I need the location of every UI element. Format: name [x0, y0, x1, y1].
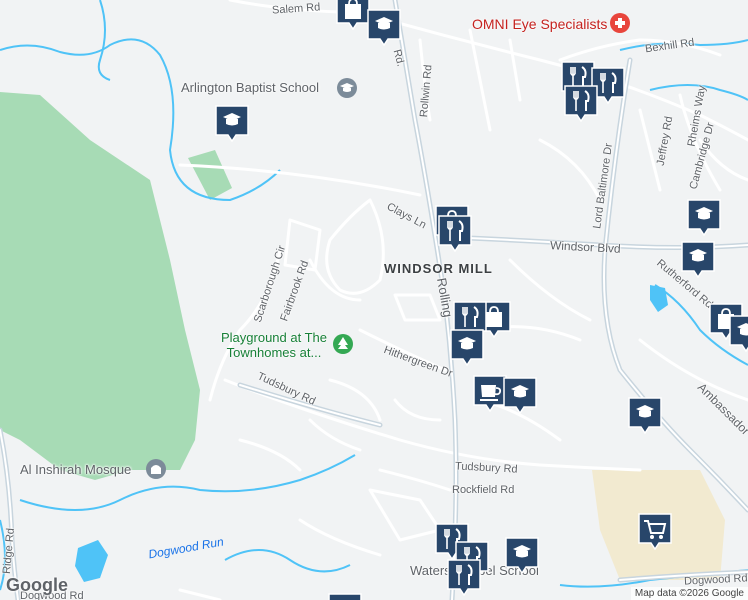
map-base-layer [0, 0, 748, 600]
pond [75, 540, 108, 582]
map-pin-school[interactable] [327, 592, 363, 600]
map-pin-school[interactable] [627, 396, 663, 434]
restaurant-icon [447, 559, 481, 596]
school-icon [328, 593, 362, 600]
map-pin-restaurant[interactable] [446, 558, 482, 596]
stream-mid [224, 549, 351, 573]
graduation-cap-icon[interactable] [337, 78, 357, 98]
map-pin-restaurant[interactable] [437, 214, 473, 252]
google-logo: Google [6, 575, 68, 595]
map-pin-restaurant[interactable] [563, 84, 599, 122]
restaurant-icon [438, 215, 472, 252]
school-icon [687, 199, 721, 236]
school-icon [503, 377, 537, 414]
school-icon [681, 241, 715, 278]
school-icon [729, 315, 748, 352]
shopping-cart-icon [638, 513, 672, 550]
map-pin-school[interactable] [449, 328, 485, 366]
poi-label-mosque[interactable]: Al Inshirah Mosque [20, 462, 131, 477]
map-pin-school[interactable] [502, 376, 538, 414]
poi-label-omni[interactable]: OMNI Eye Specialists [472, 16, 607, 32]
map-pin-school[interactable] [214, 104, 250, 142]
place-label-windsor-mill: WINDSOR MILL [384, 261, 493, 276]
map-pin-school[interactable] [680, 240, 716, 278]
mosque-icon[interactable] [146, 459, 166, 479]
map-pin-school[interactable] [686, 198, 722, 236]
street-label-rockfield: Rockfield Rd [452, 484, 515, 496]
pond-east [650, 285, 668, 312]
stream-north [97, 0, 111, 81]
park-tree-icon[interactable] [333, 334, 353, 354]
medical-icon[interactable] [610, 13, 630, 33]
map-pin-school[interactable] [366, 8, 402, 46]
school-icon [628, 397, 662, 434]
map-attribution[interactable]: Map data ©2026 Google [630, 587, 748, 600]
restaurant-icon [564, 85, 598, 122]
map-canvas[interactable]: Salem Rd Rd. Rollwin Rd Bexhill Rd Rheim… [0, 0, 748, 600]
school-icon [215, 105, 249, 142]
poi-label-playground[interactable]: Playground at The Townhomes at... [215, 330, 333, 360]
school-icon [505, 537, 539, 574]
poi-label-arlington[interactable]: Arlington Baptist School [181, 80, 319, 95]
map-pin-shopping-cart[interactable] [637, 512, 673, 550]
map-pin-school[interactable] [728, 314, 748, 352]
school-icon [367, 9, 401, 46]
map-pin-school[interactable] [504, 536, 540, 574]
school-icon [450, 329, 484, 366]
